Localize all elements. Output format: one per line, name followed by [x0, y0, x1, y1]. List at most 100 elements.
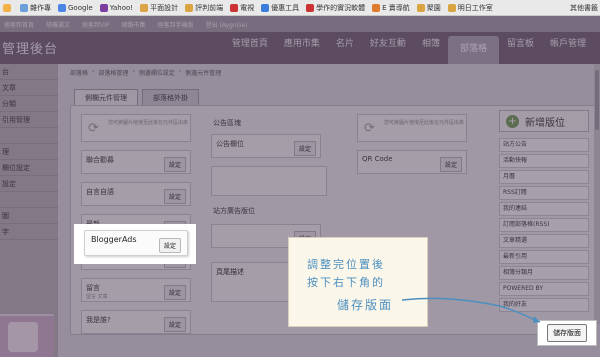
bookmark-item[interactable]: 學作的實況軟體: [306, 3, 365, 13]
available-widget[interactable]: POWERED BY: [499, 282, 589, 296]
bookmark-item[interactable]: Google: [58, 3, 93, 12]
top-nav-link[interactable]: 痞客邦手機版: [158, 20, 194, 29]
menu-item[interactable]: 帳戶管理: [542, 36, 594, 56]
bookmark-item[interactable]: 優惠工具: [261, 3, 299, 13]
bookmarks-other[interactable]: 其他書籤: [570, 3, 598, 13]
widget-column-3: ⟳ 您可將圖片拖曳至此後在元件區出來 QR Code 設定: [357, 114, 473, 182]
menu-item[interactable]: 應用市集: [276, 36, 328, 56]
upload-drop-zone[interactable]: ⟳ 您可將圖片拖曳至此後在元件區出來: [81, 114, 191, 142]
save-layout-button[interactable]: 儲存版面: [547, 324, 587, 342]
tab-blog-plugins[interactable]: 部落格外掛: [142, 89, 199, 106]
menu-item[interactable]: 留言板: [499, 36, 542, 56]
available-widget[interactable]: 相簿分類月: [499, 266, 589, 280]
available-widget[interactable]: RSS訂閱: [499, 186, 589, 200]
sidebar-item[interactable]: 理: [0, 144, 58, 160]
widget-item[interactable]: 留言 留言 文章 設定: [81, 278, 191, 302]
bookmark-item[interactable]: 平面設計: [140, 3, 178, 13]
add-slot-button[interactable]: + 新增版位: [499, 110, 589, 132]
available-widget[interactable]: 我的好友: [499, 298, 589, 312]
bookmark-label: 學作的實況軟體: [316, 3, 366, 12]
sidebar-item[interactable]: 引用管理: [0, 112, 58, 128]
bookmark-item[interactable]: Yahoo!: [99, 3, 133, 12]
sidebar-item[interactable]: 文章: [0, 80, 58, 96]
widget-qrcode[interactable]: QR Code 設定: [357, 150, 467, 174]
breadcrumb-separator: ›: [132, 68, 135, 75]
bookmark-icon: [447, 3, 456, 12]
widget-item[interactable]: 自言自語 設定: [81, 182, 191, 206]
bookmark-label: 平面設計: [150, 3, 179, 12]
available-widget[interactable]: 最新引用: [499, 250, 589, 264]
menu-item[interactable]: 管理首頁: [224, 36, 276, 56]
top-nav-link[interactable]: 隨機選文: [46, 20, 70, 29]
top-nav-link[interactable]: 網路市集: [122, 20, 146, 29]
sidebar-image: [0, 314, 54, 357]
menu-item[interactable]: 名片: [328, 36, 362, 56]
settings-button[interactable]: 設定: [293, 141, 316, 156]
breadcrumb: 部落格 › 部落格管理 › 側邊欄位設定 › 側邊元件管理: [70, 68, 221, 77]
sidebar-item[interactable]: [0, 128, 58, 144]
top-nav-link[interactable]: 登出 (AygnGe): [206, 20, 248, 29]
settings-button[interactable]: 設定: [163, 157, 186, 172]
instruction-note: 調整完位置後 按下右下角的 儲存版面: [288, 237, 428, 327]
bookmark-icon: [3, 3, 11, 12]
widget-item[interactable]: 聯合勸募 設定: [81, 150, 191, 174]
bookmark-item[interactable]: E 賣導航: [372, 3, 410, 13]
breadcrumb-item[interactable]: 側邊欄位設定: [139, 68, 175, 77]
available-widget[interactable]: 站方公告: [499, 138, 589, 152]
widget-label: 聯合勸募: [86, 156, 114, 164]
bookmark-item[interactable]: 電視: [230, 3, 254, 13]
settings-button[interactable]: 設定: [163, 189, 186, 204]
sidebar-item[interactable]: 分類: [0, 96, 58, 112]
available-widget[interactable]: 活動快報: [499, 154, 589, 168]
refresh-arrow-icon: ⟳: [364, 121, 375, 136]
breadcrumb-item[interactable]: 側邊元件管理: [185, 68, 221, 77]
menu-item[interactable]: 相簿: [414, 36, 448, 56]
sidebar-item[interactable]: 圖: [0, 208, 58, 224]
bookmark-icon: [185, 3, 194, 12]
available-widgets: + 新增版位 站方公告活動快報月曆 RSS訂閱我的連結訂閱部落格(RSS) 文章精選…: [499, 110, 589, 314]
widget-label: BloggerAds: [91, 235, 137, 244]
bookmark-item[interactable]: 明日工作室: [447, 3, 493, 13]
available-widget[interactable]: 月曆: [499, 170, 589, 184]
sidebar-item[interactable]: 欄位設定: [0, 160, 58, 176]
available-widget[interactable]: 文章精選: [499, 234, 589, 248]
settings-button[interactable]: 設定: [163, 285, 186, 300]
widget-label: 自言自語: [86, 188, 114, 196]
settings-button[interactable]: 設定: [163, 317, 186, 332]
upload-drop-zone[interactable]: ⟳ 您可將圖片拖曳至此後在元件區出來: [357, 114, 467, 142]
left-sidebar: 台文章 分類 引用管理理欄位設定 設定圖字: [0, 64, 58, 357]
top-nav: 痞客邦首頁 隨機選文 痞客邦VIP 網路市集 痞客邦手機版 登出 (AygnGe): [0, 16, 600, 32]
scrollbar-thumb[interactable]: [595, 70, 599, 130]
menu-item[interactable]: 部落格: [447, 36, 499, 64]
sidebar-item[interactable]: 字: [0, 224, 58, 240]
settings-button[interactable]: 設定: [158, 238, 181, 253]
widget-announce[interactable]: 公告欄位 設定: [211, 134, 321, 158]
menu-item[interactable]: 好友互動: [362, 36, 414, 56]
sidebar-item[interactable]: [0, 192, 58, 208]
available-widget[interactable]: 訂閱部落格(RSS): [499, 218, 589, 232]
site-title: 管理後台: [2, 42, 59, 57]
sidebar-item[interactable]: 設定: [0, 176, 58, 192]
bookmark-label: E 賣導航: [382, 3, 410, 12]
tab-widget-manager[interactable]: 側欄元件管理: [74, 89, 138, 106]
widget-label: 頁尾描述: [216, 268, 244, 276]
bookmark-item[interactable]: [3, 3, 13, 12]
scrollbar[interactable]: [594, 64, 600, 324]
note-line-3: 儲存版面: [337, 298, 394, 312]
upload-hint: 您可將圖片拖曳至此後在元件區出來: [108, 120, 189, 126]
widget-bloggerads[interactable]: BloggerAds 設定: [84, 230, 188, 256]
available-widget[interactable]: 我的連結: [499, 202, 589, 216]
sidebar-item[interactable]: 台: [0, 64, 58, 80]
bookmark-item[interactable]: 聚園: [416, 3, 441, 13]
breadcrumb-item[interactable]: 部落格: [70, 68, 88, 77]
bookmark-item[interactable]: 雜作專: [20, 3, 51, 13]
widget-sub: 留言 文章: [86, 294, 108, 300]
breadcrumb-item[interactable]: 部落格管理: [98, 68, 128, 77]
top-nav-link[interactable]: 痞客邦VIP: [82, 20, 110, 29]
settings-button[interactable]: 設定: [439, 157, 462, 172]
top-nav-link[interactable]: 痞客邦首頁: [4, 20, 34, 29]
bookmark-item[interactable]: 評判前端: [185, 3, 223, 13]
empty-slot: [211, 166, 327, 196]
bookmark-icon: [230, 3, 239, 12]
widget-item[interactable]: 我是誰? 設定: [81, 310, 191, 334]
